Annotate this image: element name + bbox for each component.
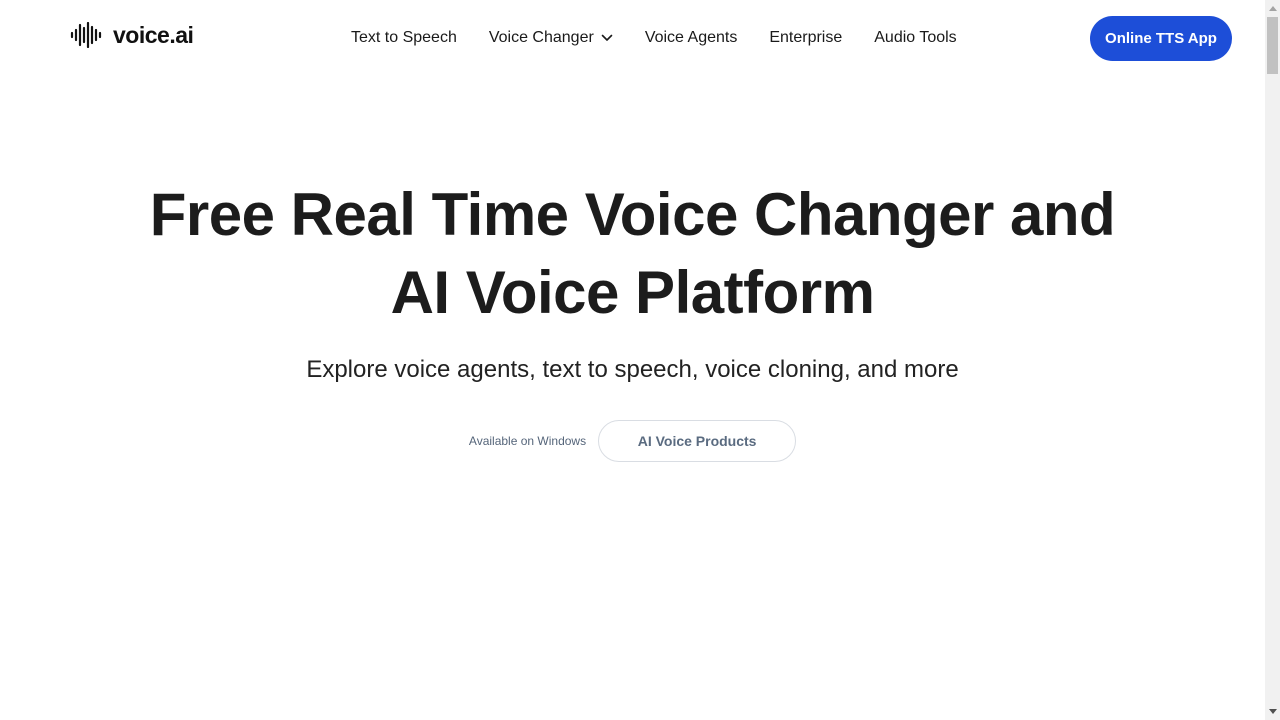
nav-item-audio-tools[interactable]: Audio Tools: [874, 29, 956, 47]
hero-actions: Available on Windows AI Voice Products: [0, 420, 1265, 462]
hero-title-line-1: Free Real Time Voice Changer and: [149, 181, 1116, 248]
main-nav: Text to Speech Voice Changer Voice Agent…: [351, 27, 957, 49]
chevron-down-icon: [601, 34, 613, 41]
hero-title: Free Real Time Voice Changer and AI Voic…: [0, 176, 1265, 332]
nav-item-text-to-speech[interactable]: Text to Speech: [351, 29, 457, 47]
nav-item-voice-agents[interactable]: Voice Agents: [645, 29, 738, 47]
waveform-icon: [70, 22, 102, 48]
scrollbar-thumb[interactable]: [1267, 17, 1278, 74]
scroll-up-arrow-icon[interactable]: [1269, 6, 1277, 11]
hero-title-line-2: AI Voice Platform: [390, 259, 875, 326]
ai-voice-products-button[interactable]: AI Voice Products: [598, 420, 797, 462]
scroll-down-arrow-icon[interactable]: [1269, 709, 1277, 714]
hero-subtitle: Explore voice agents, text to speech, vo…: [306, 356, 959, 383]
nav-item-enterprise[interactable]: Enterprise: [769, 29, 842, 47]
nav-item-voice-changer-label: Voice Changer: [488, 29, 594, 46]
logo-text: voice.ai: [113, 21, 194, 48]
available-on-windows-link[interactable]: Available on Windows: [469, 434, 586, 448]
vertical-scrollbar[interactable]: [1265, 0, 1280, 720]
nav-item-voice-changer[interactable]: Voice Changer: [489, 29, 613, 47]
online-tts-app-button[interactable]: Online TTS App: [1090, 16, 1232, 61]
logo-link[interactable]: voice.ai: [70, 21, 194, 48]
site-header: voice.ai Text to Speech Voice Changer Vo…: [0, 0, 1265, 76]
